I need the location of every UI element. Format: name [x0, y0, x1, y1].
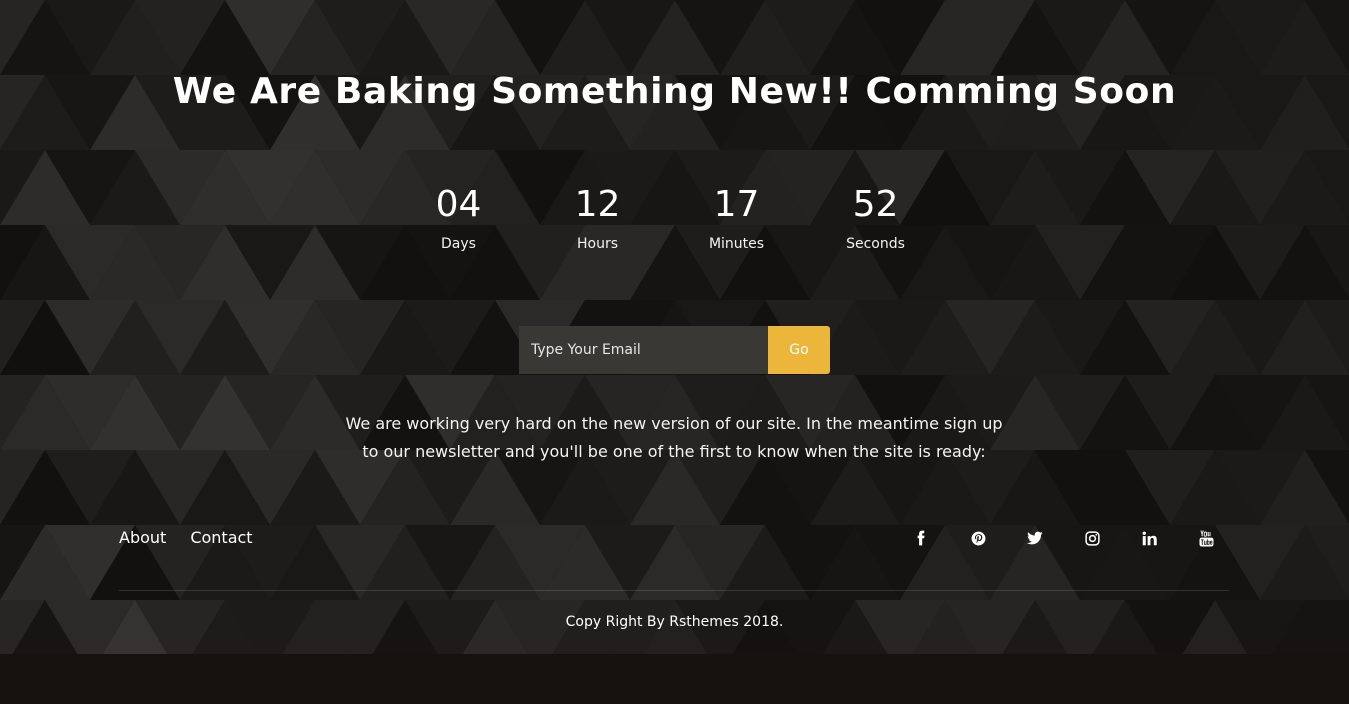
countdown-days: 04 Days: [389, 182, 528, 254]
countdown-hours: 12 Hours: [528, 182, 667, 254]
instagram-link[interactable]: [1078, 527, 1106, 549]
subscribe-form: Go: [519, 326, 830, 374]
countdown-minutes: 17 Minutes: [667, 182, 806, 254]
footer-link-contact[interactable]: Contact: [190, 527, 252, 549]
social-links: [907, 527, 1227, 549]
linkedin-link[interactable]: [1135, 527, 1163, 549]
page-title: We Are Baking Something New!! Comming So…: [172, 71, 1177, 112]
youtube-link[interactable]: [1192, 527, 1220, 549]
countdown-timer: 04 Days 12 Hours 17 Minutes 52 Seconds: [389, 182, 945, 262]
countdown-seconds: 52 Seconds: [806, 182, 945, 254]
countdown-days-value: 04: [435, 184, 482, 225]
page: We Are Baking Something New!! Comming So…: [0, 0, 1349, 654]
email-input[interactable]: [519, 326, 768, 374]
facebook-icon: [917, 530, 925, 546]
footer-link-about[interactable]: About: [119, 527, 166, 549]
newsletter-message-line-1: We are working very hard on the new vers…: [345, 414, 1003, 433]
facebook-link[interactable]: [907, 527, 935, 549]
twitter-icon: [1027, 531, 1043, 545]
countdown-minutes-value: 17: [713, 184, 760, 225]
pinterest-link[interactable]: [964, 527, 992, 549]
countdown-minutes-label: Minutes: [708, 236, 765, 252]
countdown-seconds-label: Seconds: [846, 236, 905, 252]
countdown-seconds-value: 52: [852, 184, 899, 225]
pinterest-icon: [971, 531, 985, 545]
twitter-link[interactable]: [1021, 527, 1049, 549]
page-bottom-strip: [0, 654, 1349, 704]
youtube-icon: [1199, 530, 1213, 546]
main-content: We Are Baking Something New!! Comming So…: [0, 0, 1349, 654]
newsletter-message-line-2: to our newsletter and you'll be one of t…: [362, 442, 986, 461]
copyright-text: Copy Right By Rsthemes 2018.: [565, 614, 784, 630]
linkedin-icon: [1142, 531, 1157, 545]
instagram-icon: [1084, 530, 1100, 546]
newsletter-message: We are working very hard on the new vers…: [324, 410, 1024, 466]
countdown-hours-label: Hours: [576, 236, 618, 252]
footer-nav: About Contact: [119, 527, 253, 549]
countdown-hours-value: 12: [574, 184, 621, 225]
go-button[interactable]: Go: [768, 326, 830, 374]
countdown-days-label: Days: [441, 236, 476, 252]
footer-divider: [119, 590, 1229, 591]
